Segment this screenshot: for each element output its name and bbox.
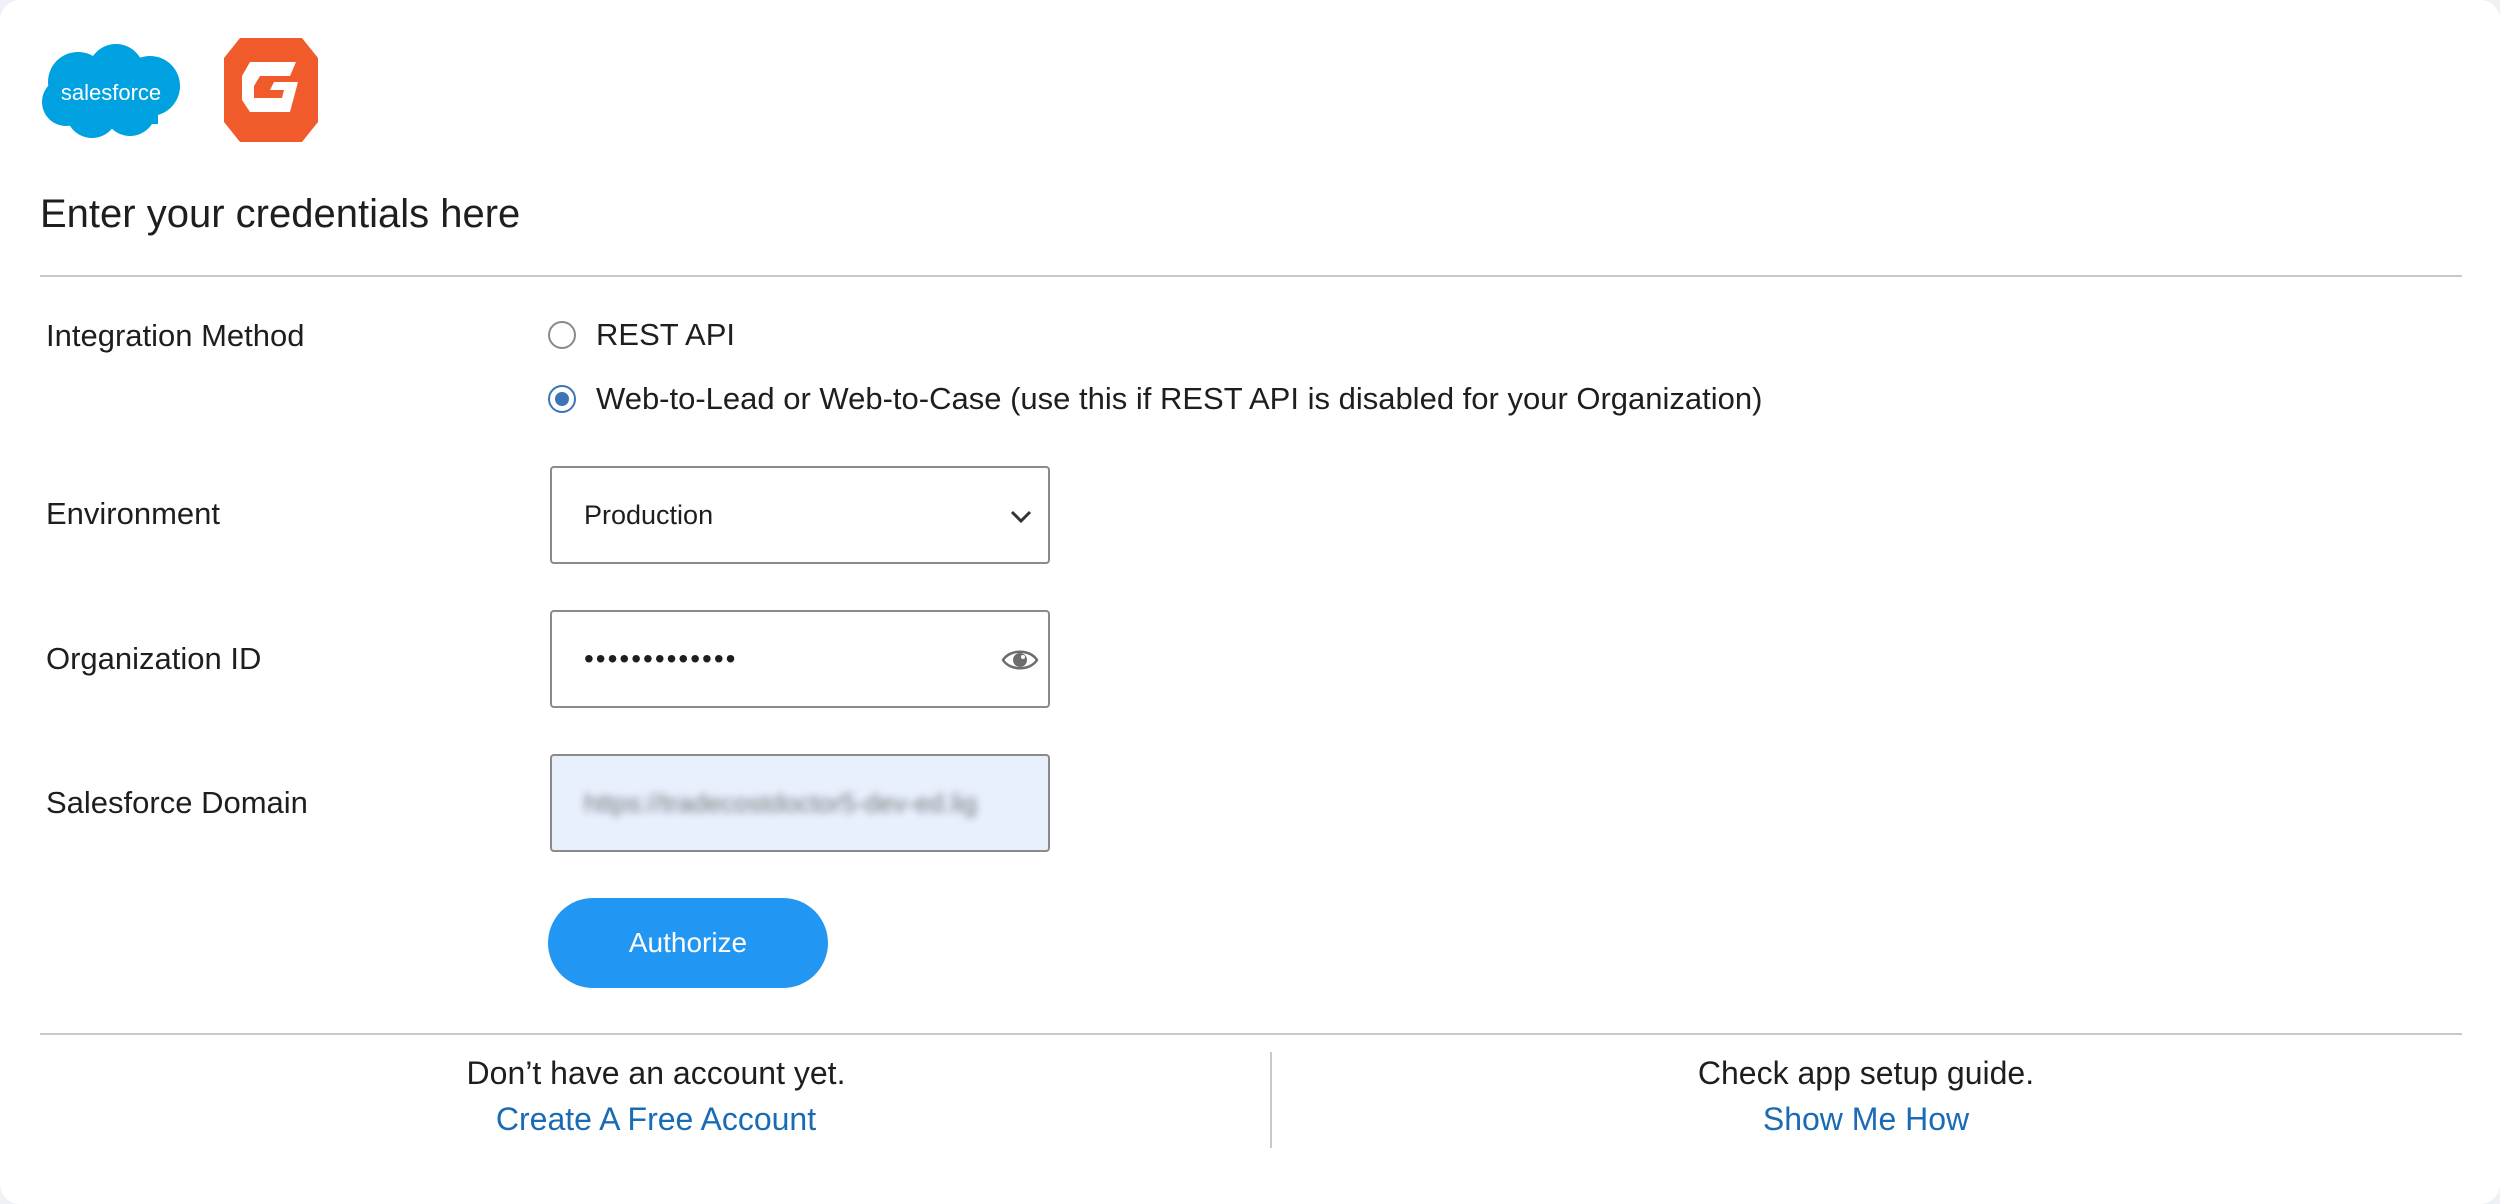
footer-vertical-divider (1270, 1052, 1272, 1148)
radio-selected-dot (555, 392, 569, 406)
radio-option-rest-api[interactable]: REST API (548, 315, 735, 355)
salesforce-logo-text: salesforce (61, 80, 161, 105)
footer-create-account: Don’t have an account yet. Create A Free… (306, 1050, 1006, 1142)
divider (40, 275, 2462, 277)
create-free-account-link[interactable]: Create A Free Account (496, 1096, 816, 1142)
integration-method-label: Integration Method (46, 318, 305, 353)
salesforce-logo: salesforce (42, 44, 180, 138)
no-account-text: Don’t have an account yet. (466, 1055, 846, 1091)
organization-id-masked-value: ••••••••••••• (584, 643, 738, 674)
radio-button-web-to-lead[interactable] (548, 385, 576, 413)
setup-guide-text: Check app setup guide. (1697, 1055, 2035, 1091)
radio-label-web-to-lead[interactable]: Web-to-Lead or Web-to-Case (use this if … (596, 381, 1762, 417)
eye-icon[interactable] (1000, 644, 1040, 676)
authorize-button[interactable]: Authorize (548, 898, 828, 988)
organization-id-input[interactable]: ••••••••••••• (550, 610, 1050, 708)
footer-setup-guide: Check app setup guide. Show Me How (1516, 1050, 2216, 1142)
page-title: Enter your credentials here (40, 192, 521, 236)
chevron-down-icon (1010, 510, 1032, 524)
credentials-card: salesforce Enter your credentials here I… (0, 0, 2500, 1204)
gravity-forms-logo (224, 38, 318, 142)
organization-id-label: Organization ID (46, 641, 262, 676)
salesforce-domain-input[interactable]: https://tradecostdoctor5-dev-ed.lig (550, 754, 1050, 852)
environment-select[interactable]: Production (550, 466, 1050, 564)
environment-label: Environment (46, 496, 221, 531)
radio-label-rest-api[interactable]: REST API (596, 317, 735, 353)
radio-option-web-to-lead[interactable]: Web-to-Lead or Web-to-Case (use this if … (548, 379, 1762, 419)
salesforce-domain-value: https://tradecostdoctor5-dev-ed.lig (584, 787, 978, 818)
show-me-how-link[interactable]: Show Me How (1763, 1096, 1969, 1142)
salesforce-domain-label: Salesforce Domain (46, 785, 308, 820)
radio-button-rest-api[interactable] (548, 321, 576, 349)
environment-selected-value: Production (584, 499, 714, 530)
footer-divider (40, 1033, 2462, 1035)
